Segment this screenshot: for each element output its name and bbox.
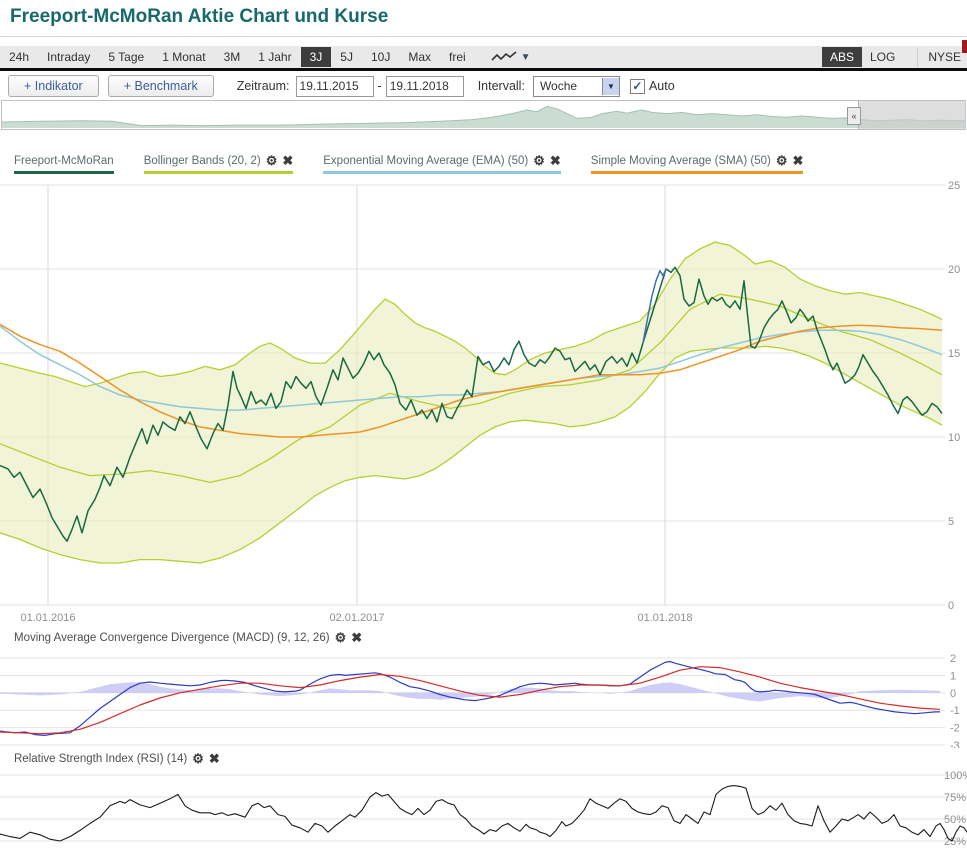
navigator-unselected-region[interactable] <box>858 101 966 129</box>
tab-3m[interactable]: 3M <box>215 47 250 67</box>
gear-icon[interactable]: ⚙ <box>533 154 545 167</box>
rsi-panel-title: Relative Strength Index (RSI) (14) ⚙ ✖ <box>14 752 220 765</box>
macd-chart: 2 1 0 -1 -2 -3 <box>0 652 967 748</box>
navigator-chart[interactable] <box>2 101 965 129</box>
svg-text:-3: -3 <box>950 740 960 748</box>
intervall-label: Intervall: <box>478 79 525 93</box>
exchange-label: NYSE <box>917 47 967 67</box>
gear-icon[interactable]: ⚙ <box>335 631 347 644</box>
line-chart-icon <box>491 51 517 63</box>
range-tabbar: 24h Intraday 5 Tage 1 Monat 3M 1 Jahr 3J… <box>0 46 967 68</box>
svg-text:20: 20 <box>948 264 960 276</box>
close-icon[interactable]: ✖ <box>792 154 803 167</box>
gear-icon[interactable]: ⚙ <box>192 752 204 765</box>
legend-item-ema[interactable]: Exponential Moving Average (EMA) (50) ⚙ … <box>323 154 561 174</box>
svg-text:5: 5 <box>948 516 954 528</box>
tab-24h[interactable]: 24h <box>0 47 38 67</box>
legend-item-sma[interactable]: Simple Moving Average (SMA) (50) ⚙ ✖ <box>591 154 804 174</box>
series-legend: Freeport-McMoRan Bollinger Bands (20, 2)… <box>14 154 959 174</box>
auto-checkbox[interactable]: ✓ <box>630 79 645 94</box>
close-icon[interactable]: ✖ <box>550 154 561 167</box>
svg-text:-2: -2 <box>950 723 960 735</box>
zeitraum-label: Zeitraum: <box>237 79 290 93</box>
tab-5j[interactable]: 5J <box>331 47 362 67</box>
tab-10j[interactable]: 10J <box>362 47 399 67</box>
legend-label: Freeport-McMoRan <box>14 155 114 167</box>
date-from-input[interactable] <box>296 76 374 97</box>
page-title: Freeport-McMoRan Aktie Chart und Kurse <box>10 6 388 28</box>
rsi-chart: 100%75%50%25% <box>0 770 967 868</box>
close-icon[interactable]: ✖ <box>351 631 362 644</box>
interval-select[interactable]: Woche ▼ <box>533 76 620 97</box>
gear-icon[interactable]: ⚙ <box>266 154 278 167</box>
title-divider <box>0 36 967 37</box>
legend-item-price[interactable]: Freeport-McMoRan <box>14 155 114 174</box>
scale-abs-button[interactable]: ABS <box>822 47 862 67</box>
range-navigator[interactable]: « <box>1 100 966 130</box>
tab-5-tage[interactable]: 5 Tage <box>99 47 153 67</box>
svg-text:15: 15 <box>948 348 960 360</box>
select-dropdown-icon[interactable]: ▼ <box>602 78 619 95</box>
tabbar-underline <box>0 68 967 71</box>
legend-item-bollinger[interactable]: Bollinger Bands (20, 2) ⚙ ✖ <box>144 154 294 174</box>
svg-text:50%: 50% <box>944 814 966 826</box>
svg-text:-1: -1 <box>950 705 960 717</box>
svg-text:02.01.2017: 02.01.2017 <box>329 612 384 624</box>
macd-title-text: Moving Average Convergence Divergence (M… <box>14 632 330 644</box>
close-icon[interactable]: ✖ <box>282 154 293 167</box>
tab-frei[interactable]: frei <box>440 47 475 67</box>
svg-text:25: 25 <box>948 180 960 192</box>
tab-1-monat[interactable]: 1 Monat <box>153 47 214 67</box>
svg-text:10: 10 <box>948 432 960 444</box>
main-price-chart: 25 20 15 10 5 0 01.01.2016 02.01.2017 01.01.2018 <box>0 180 967 628</box>
svg-text:100%: 100% <box>944 770 967 782</box>
tab-3j[interactable]: 3J <box>301 47 332 67</box>
close-icon[interactable]: ✖ <box>209 752 220 765</box>
date-to-input[interactable] <box>386 76 464 97</box>
add-benchmark-button[interactable]: + Benchmark <box>108 75 214 97</box>
macd-panel-title: Moving Average Convergence Divergence (M… <box>14 631 362 644</box>
svg-text:0: 0 <box>948 600 954 612</box>
svg-text:75%: 75% <box>944 792 966 804</box>
tab-1-jahr[interactable]: 1 Jahr <box>249 47 300 67</box>
add-indicator-button[interactable]: + Indikator <box>8 75 99 97</box>
svg-text:01.01.2016: 01.01.2016 <box>20 612 75 624</box>
interval-select-value: Woche <box>534 79 602 93</box>
chart-type-selector[interactable]: ▼ <box>491 51 531 63</box>
auto-label: Auto <box>649 79 675 93</box>
legend-label: Bollinger Bands (20, 2) <box>144 155 261 167</box>
svg-text:1: 1 <box>950 670 956 682</box>
svg-text:01.01.2018: 01.01.2018 <box>637 612 692 624</box>
rsi-title-text: Relative Strength Index (RSI) (14) <box>14 753 187 765</box>
svg-text:0: 0 <box>950 688 956 700</box>
tab-intraday[interactable]: Intraday <box>38 47 99 67</box>
legend-label: Simple Moving Average (SMA) (50) <box>591 155 771 167</box>
chart-page: Freeport-McMoRan Aktie Chart und Kurse 2… <box>0 0 967 868</box>
legend-label: Exponential Moving Average (EMA) (50) <box>323 155 528 167</box>
tab-max[interactable]: Max <box>399 47 440 67</box>
navigator-resize-handle[interactable]: « <box>847 107 861 125</box>
clipped-edge-element <box>962 40 967 53</box>
svg-text:2: 2 <box>950 653 956 665</box>
chevron-down-icon: ▼ <box>521 52 531 63</box>
scale-log-button[interactable]: LOG <box>862 47 903 67</box>
date-separator: - <box>378 79 382 93</box>
gear-icon[interactable]: ⚙ <box>776 154 788 167</box>
chart-toolbar: + Indikator + Benchmark Zeitraum: - Inte… <box>8 74 963 98</box>
